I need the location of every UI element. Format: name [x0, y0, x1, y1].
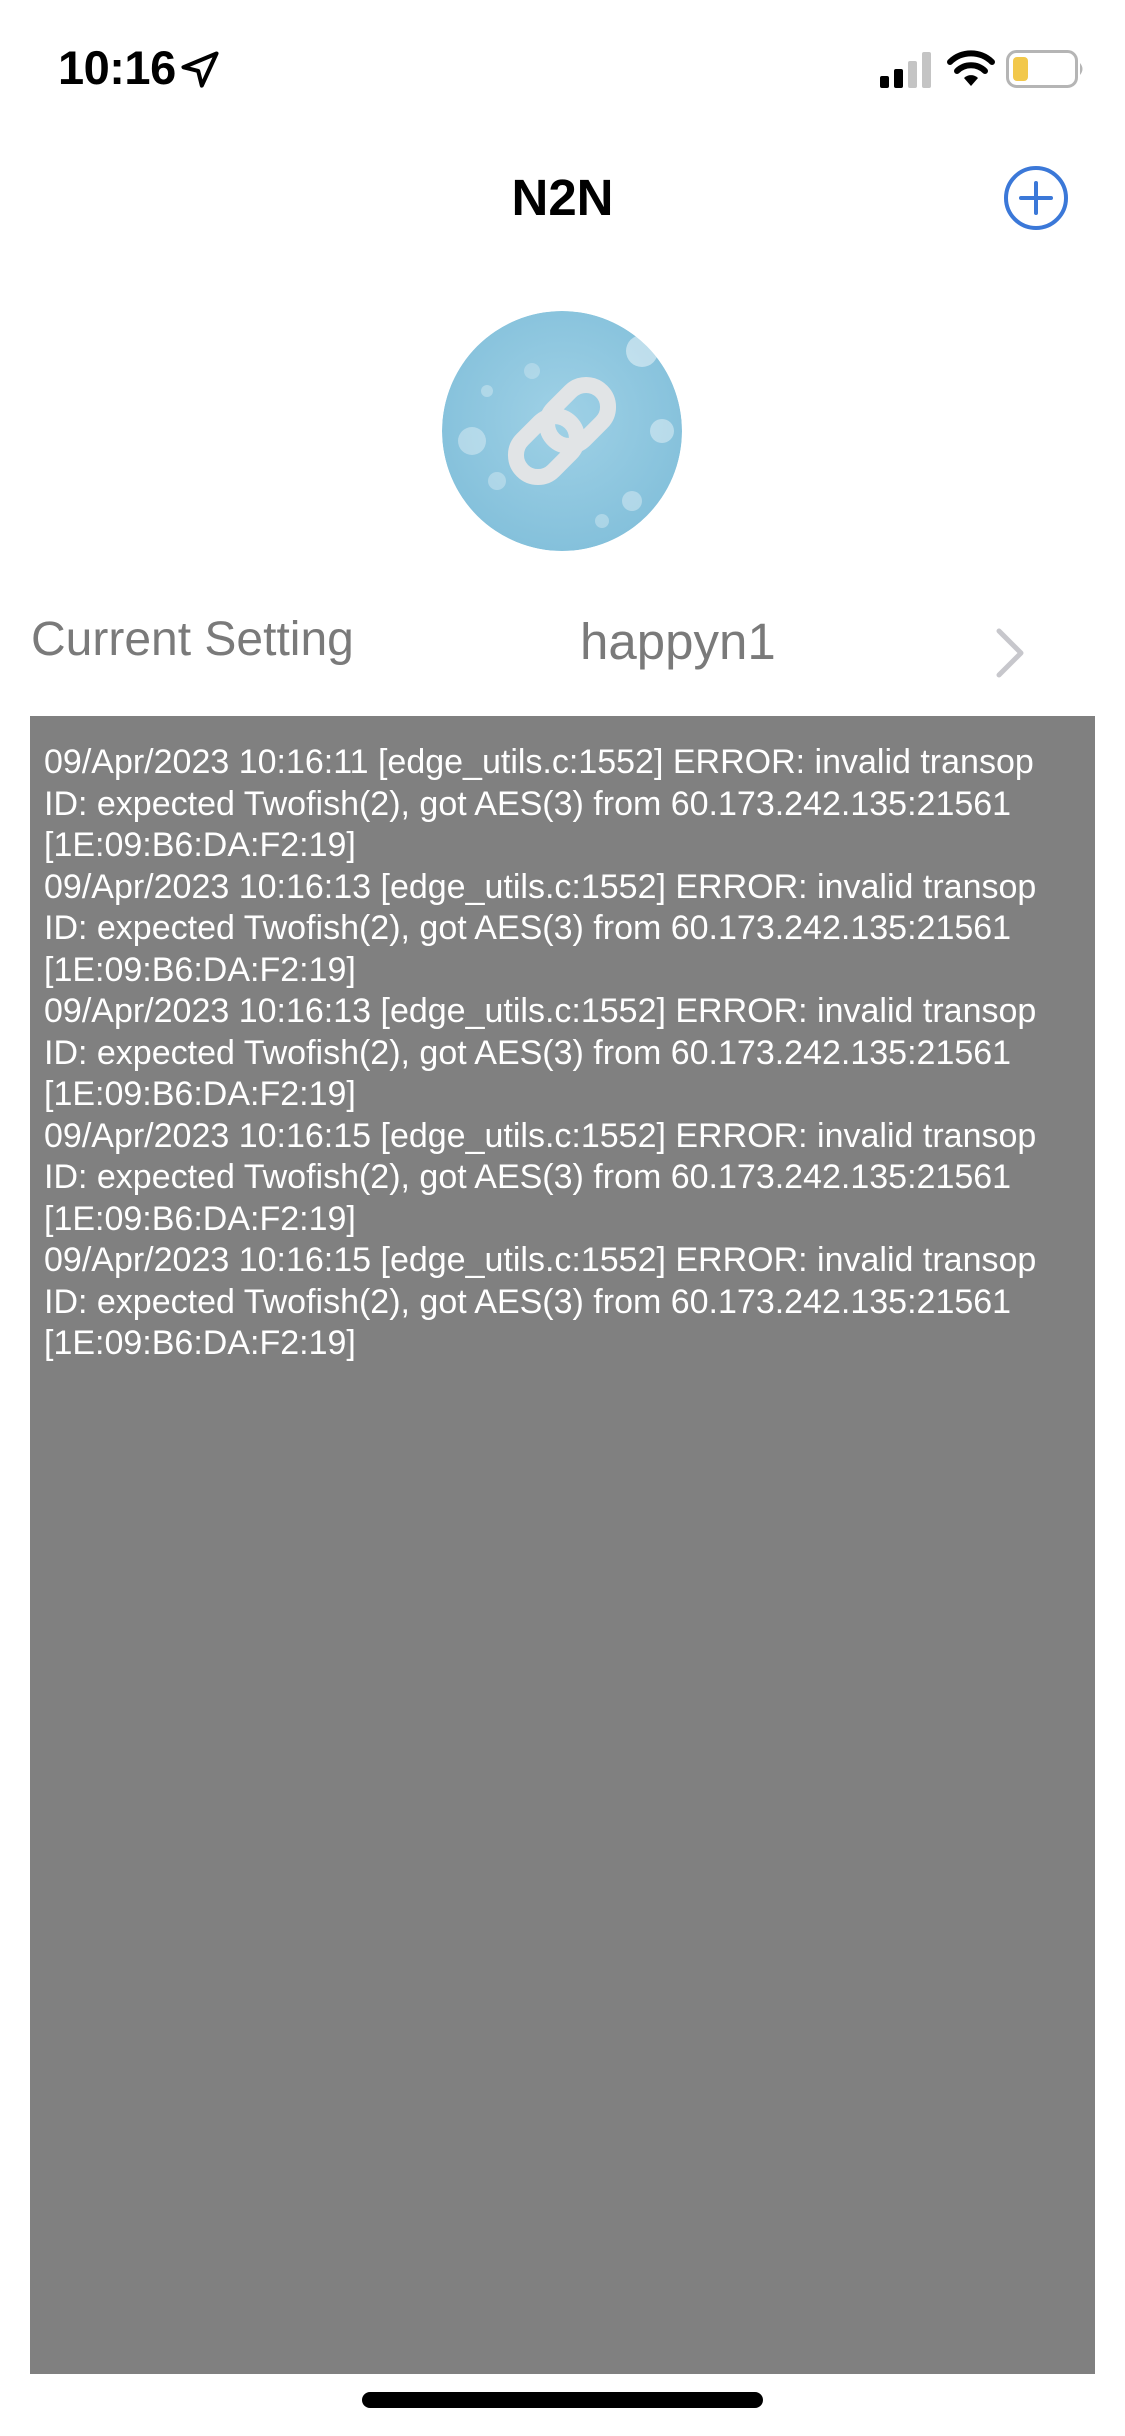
log-panel[interactable]: 09/Apr/2023 10:16:11 [edge_utils.c:1552]… — [30, 716, 1095, 2374]
log-line: 09/Apr/2023 10:16:11 [edge_utils.c:1552]… — [44, 743, 1034, 864]
log-line: 09/Apr/2023 10:16:13 [edge_utils.c:1552]… — [44, 992, 1037, 1113]
plus-circle-icon — [1004, 166, 1068, 230]
add-button[interactable] — [1003, 165, 1069, 231]
page-title: N2N — [511, 169, 614, 226]
avatar — [442, 311, 682, 551]
log-line: 09/Apr/2023 10:16:15 [edge_utils.c:1552]… — [44, 1116, 1037, 1238]
cellular-signal-icon — [880, 52, 931, 88]
current-setting-value: happyn1 — [580, 613, 776, 670]
battery-low-icon — [1006, 50, 1083, 88]
current-setting-row[interactable]: Current Setting happyn1 — [0, 590, 1125, 700]
chevron-right-icon — [996, 628, 1024, 678]
status-time: 10:16 — [58, 41, 176, 94]
current-setting-label: Current Setting — [31, 613, 354, 666]
wifi-icon — [947, 50, 995, 86]
home-indicator[interactable] — [362, 2392, 763, 2408]
location-arrow-icon — [181, 51, 219, 88]
log-line: 09/Apr/2023 10:16:13 [edge_utils.c:1552]… — [44, 867, 1037, 989]
status-bar: 10:16 — [0, 0, 1125, 132]
log-line: 09/Apr/2023 10:16:15 [edge_utils.c:1552]… — [44, 1241, 1037, 1362]
